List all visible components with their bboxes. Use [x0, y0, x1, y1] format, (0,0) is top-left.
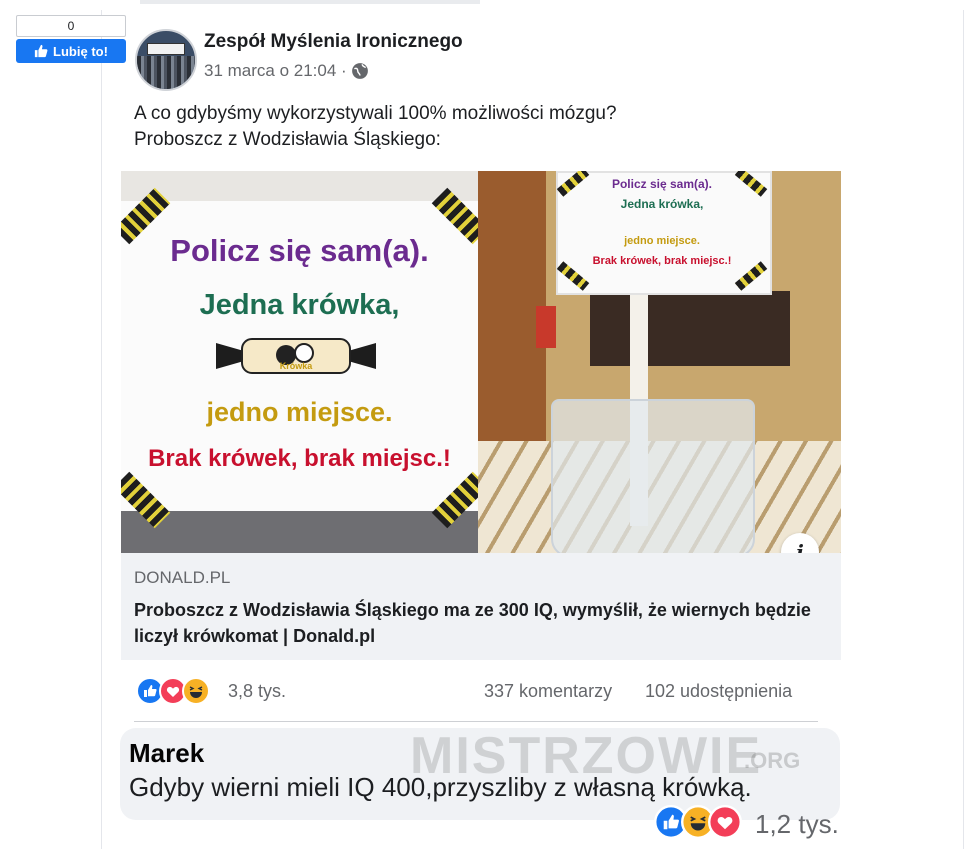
- sign-photo-closeup: Policz się sam(a). Jedna krówka, Krówka …: [121, 171, 489, 553]
- watermark-suffix: .ORG: [744, 748, 801, 773]
- timestamp-text: 31 marca o 21:04 ·: [204, 61, 347, 80]
- comments-count[interactable]: 337 komentarzy: [484, 681, 612, 702]
- comment-reactions[interactable]: [654, 805, 742, 839]
- sign-line-1: Policz się sam(a).: [170, 233, 429, 268]
- church-photo: Policz się sam(a). Jedna krówka, jedno m…: [478, 171, 841, 553]
- page-avatar[interactable]: [135, 29, 197, 91]
- link-title[interactable]: Proboszcz z Wodzisławia Śląskiego ma ze …: [134, 597, 824, 649]
- post-text: A co gdybyśmy wykorzystywali 100% możliw…: [134, 101, 617, 153]
- like-thumb-icon: [34, 44, 48, 58]
- candy-brand: Krówka: [280, 361, 314, 371]
- like-button[interactable]: Lubię to!: [16, 39, 126, 63]
- comment-text: Gdyby wierni mieli IQ 400,przyszliby z w…: [129, 772, 752, 802]
- post-reactions[interactable]: [136, 677, 210, 705]
- reaction-count[interactable]: 3,8 tys.: [228, 681, 286, 702]
- sign-line-4: Brak krówek, brak miejsc.!: [148, 445, 451, 472]
- post-text-line-2: Proboszcz z Wodzisławia Śląskiego:: [134, 129, 441, 150]
- fb-like-widget[interactable]: 0 Lubię to!: [16, 15, 126, 63]
- candy-wrapper-icon: Krówka: [216, 338, 376, 374]
- post-author[interactable]: Zespół Myślenia Ironicznego: [204, 31, 463, 53]
- sign-line-3: jedno miejsce.: [206, 397, 393, 427]
- love-reaction-icon: [708, 805, 742, 839]
- comment-reaction-count[interactable]: 1,2 tys.: [755, 809, 839, 840]
- glass-container: [551, 399, 755, 553]
- shares-count[interactable]: 102 udostępnienia: [645, 681, 792, 702]
- small-sign-line-2: Jedna krówka,: [620, 197, 704, 211]
- small-sign-line-3: jedno miejsce.: [624, 235, 700, 247]
- divider: [134, 721, 818, 722]
- globe-icon: [351, 63, 368, 79]
- sign-line-2: Jedna krówka,: [199, 289, 400, 321]
- link-domain: DONALD.PL: [134, 568, 231, 587]
- small-sign-line-1: Policz się sam(a).: [611, 177, 713, 191]
- small-sign-line-4: Brak krówek, brak miejsc.!: [592, 255, 732, 267]
- post-text-line-1: A co gdybyśmy wykorzystywali 100% możliw…: [134, 103, 617, 124]
- like-button-label: Lubię to!: [53, 43, 108, 59]
- top-strip: [140, 0, 480, 4]
- like-count-box: 0: [16, 15, 126, 37]
- haha-reaction-icon: [182, 677, 210, 705]
- link-preview-image[interactable]: Policz się sam(a). Jedna krówka, Krówka …: [121, 171, 841, 553]
- comment-author[interactable]: Marek: [129, 738, 204, 769]
- post-timestamp[interactable]: 31 marca o 21:04 ·: [204, 61, 369, 81]
